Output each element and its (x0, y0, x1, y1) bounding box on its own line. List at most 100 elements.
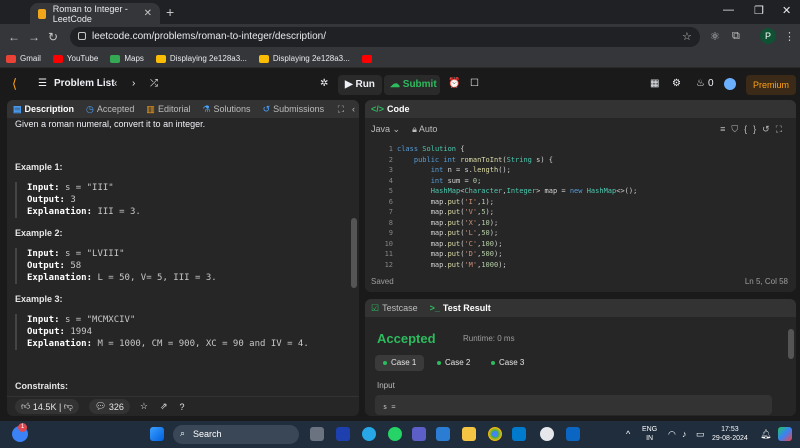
like-button[interactable]: 👍︎ 14.5K | 👎︎ (15, 399, 79, 414)
photos-icon (258, 54, 269, 63)
notes-icon[interactable]: ☐ (470, 78, 479, 89)
expand-icon[interactable]: ⛶ (338, 104, 344, 115)
shuffle-icon[interactable]: ⤮ (150, 78, 158, 89)
bookmark-youtube-2[interactable] (361, 54, 376, 63)
app-icon[interactable] (540, 427, 554, 441)
battery-icon[interactable]: ▭ (696, 429, 705, 440)
format-icon[interactable]: ≡ (720, 124, 731, 134)
test-scrollbar[interactable] (788, 329, 794, 359)
task-view-icon[interactable] (310, 427, 324, 441)
next-problem-icon[interactable]: › (132, 78, 135, 89)
close-tab-icon[interactable]: ✕ (144, 8, 152, 19)
input-value-box: s = (375, 395, 772, 415)
photos-icon (155, 54, 166, 63)
bookmark-icon[interactable]: ⛉ (731, 124, 744, 134)
close-window-icon[interactable]: ✕ (782, 4, 791, 17)
vpn-icon[interactable] (336, 427, 350, 441)
chrome-icon[interactable] (488, 427, 502, 441)
comments-button[interactable]: 💬︎ 326 (88, 399, 130, 414)
notification-badge: 1 (18, 423, 27, 432)
user-avatar[interactable] (724, 78, 736, 90)
description-scrollbar[interactable] (351, 218, 357, 288)
case-1-tab[interactable]: Case 1 (375, 355, 425, 371)
notification-bell-icon[interactable]: 🔔︎ (760, 429, 771, 440)
telegram-icon[interactable] (362, 427, 376, 441)
taskbar-search[interactable]: ⌕ Search (173, 425, 299, 444)
problem-list-link[interactable]: Problem List (54, 78, 115, 89)
premium-button[interactable]: Premium (746, 75, 796, 95)
settings-gear-icon[interactable]: ⚙ (672, 78, 681, 89)
fullscreen-icon[interactable]: ⛶ (776, 124, 788, 134)
prev-problem-icon[interactable]: ‹ (114, 78, 117, 89)
debug-icon[interactable]: ✲ (320, 78, 328, 89)
collapse-icon[interactable]: ‹ (352, 104, 355, 114)
tray-chevron-icon[interactable]: ^ (626, 429, 630, 439)
thumbs-down-icon[interactable]: 👎︎ (64, 401, 73, 412)
new-tab-icon[interactable]: + (166, 4, 174, 20)
tab-editorial[interactable]: ▥ Editorial (146, 104, 190, 115)
maximize-icon[interactable]: ❐ (754, 4, 764, 17)
case-3-tab[interactable]: Case 3 (483, 355, 532, 371)
leetcode-logo-icon[interactable]: ⟨ (12, 76, 17, 92)
example-2-explanation: L = 50, V= 5, III = 3. (97, 273, 217, 283)
back-icon[interactable]: ← (8, 30, 20, 44)
code-line: map.put('I',1); (397, 197, 494, 206)
outlook-icon[interactable] (436, 427, 450, 441)
address-bar[interactable]: leetcode.com/problems/roman-to-integer/d… (70, 27, 700, 47)
profile-avatar[interactable]: P (760, 28, 776, 44)
star-icon[interactable]: ☆ (140, 401, 148, 412)
code-line: map.put('V',5); (397, 208, 494, 216)
tab-test-result[interactable]: >_ Test Result (430, 303, 491, 313)
linkedin-icon[interactable] (566, 427, 580, 441)
tab-submissions[interactable]: ↺ Submissions (263, 104, 325, 115)
tab-solutions[interactable]: ⚗ Solutions (202, 104, 250, 115)
problem-statement: Given a roman numeral, convert it to an … (15, 119, 206, 129)
bookmark-star-icon[interactable]: ☆ (682, 30, 692, 43)
help-icon[interactable]: ? (180, 402, 185, 412)
comment-icon: 💬︎ (94, 401, 107, 411)
wifi-icon[interactable]: ◠ (668, 429, 676, 440)
case-2-tab[interactable]: Case 2 (429, 355, 478, 371)
braces-icon[interactable]: {} (744, 124, 762, 134)
menu-dots-icon[interactable]: ⋮ (784, 30, 795, 43)
timer-icon[interactable]: ⏰ (448, 78, 460, 89)
bookmark-displaying-2[interactable]: Displaying 2e128a3... (258, 54, 350, 63)
vscode-icon[interactable] (512, 427, 526, 441)
streak-fire-icon[interactable]: ♨ (696, 78, 705, 89)
extensions-puzzle-icon[interactable]: ⧉ (732, 30, 740, 43)
tab-accepted[interactable]: ◷ Accepted (86, 104, 134, 115)
minimize-icon[interactable]: — (723, 4, 734, 16)
reload-icon[interactable]: ↻ (48, 30, 58, 44)
run-button[interactable]: ▶ Run (338, 75, 382, 95)
file-explorer-icon[interactable] (462, 427, 476, 441)
bookmark-displaying-1[interactable]: Displaying 2e128a3... (155, 54, 247, 63)
line-number: 11 (384, 250, 393, 258)
code-tab[interactable]: </> Code (371, 104, 410, 114)
example-1-box: Input: s = "III" Output: 3 Explanation: … (15, 182, 345, 218)
windows-start-icon[interactable] (150, 427, 164, 441)
book-icon: ▥ (146, 103, 155, 114)
layout-icon[interactable]: ▦ (650, 78, 659, 89)
submit-button[interactable]: ☁ Submit (384, 75, 440, 95)
browser-tab-strip: Roman to Integer - LeetCode ✕ + — ❐ ✕ (0, 0, 800, 24)
forward-icon[interactable]: → (28, 30, 40, 44)
tab-testcase[interactable]: ☑ Testcase (371, 303, 418, 314)
reset-icon[interactable]: ↺ (762, 124, 776, 134)
copilot-icon[interactable] (778, 427, 792, 441)
site-info-icon[interactable] (78, 32, 86, 40)
auto-mode-toggle[interactable]: 🔒︎ Auto (412, 124, 437, 135)
bookmark-maps[interactable]: Maps (110, 54, 144, 63)
volume-icon[interactable]: ♪ (682, 429, 687, 439)
language-select[interactable]: Java ⌄ (371, 124, 400, 135)
extension-icon[interactable]: ⚛ (710, 30, 720, 43)
tab-description[interactable]: ▤ Description (13, 104, 74, 115)
share-icon[interactable]: ⇗ (160, 401, 168, 412)
teams-icon[interactable] (412, 427, 426, 441)
whatsapp-icon[interactable] (388, 427, 402, 441)
bookmark-youtube[interactable]: YouTube (52, 54, 98, 63)
clock[interactable]: 17:53 29-08-2024 (712, 425, 748, 443)
code-line: map.put('D',500); (397, 250, 503, 258)
language-indicator[interactable]: ENG IN (642, 425, 657, 443)
bookmark-gmail[interactable]: Gmail (6, 54, 41, 63)
browser-tab[interactable]: Roman to Integer - LeetCode ✕ (30, 3, 160, 24)
